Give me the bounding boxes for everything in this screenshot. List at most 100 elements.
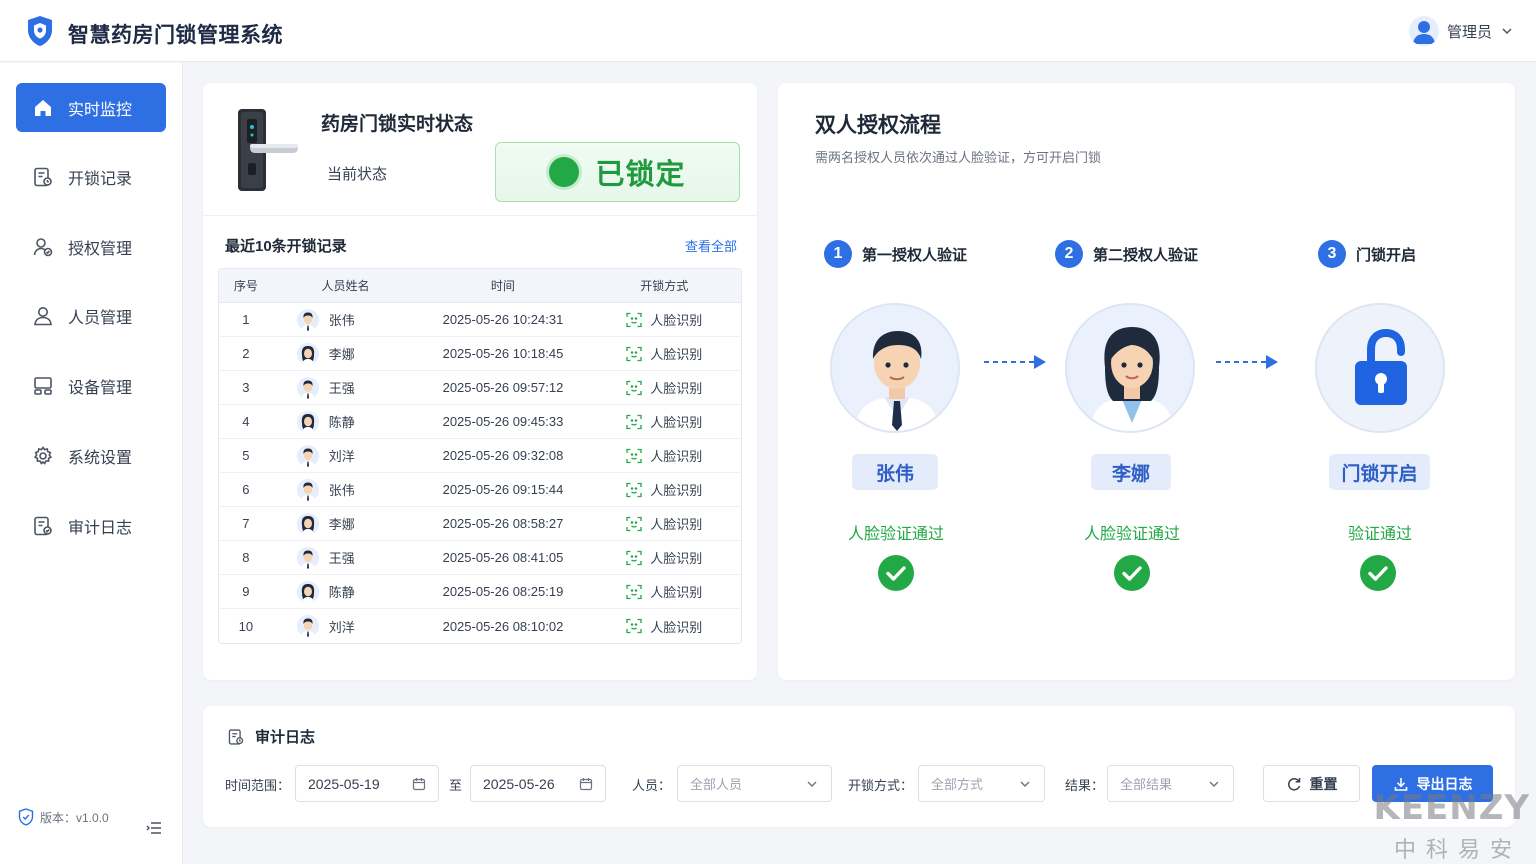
- result-select[interactable]: 全部结果: [1107, 765, 1234, 802]
- table-row[interactable]: 7 李娜 2025-05-26 08:58:27 人脸识别: [219, 507, 741, 541]
- unlock-method-cell: 人脸识别: [588, 582, 741, 601]
- unlock-time: 2025-05-26 09:45:33: [442, 414, 564, 429]
- person-name: 陈静: [328, 585, 355, 600]
- unlock-method: 人脸识别: [650, 313, 703, 328]
- unlock-method-cell: 人脸识别: [588, 344, 741, 363]
- chevron-down-icon: [1020, 781, 1030, 787]
- unlock-time: 2025-05-26 09:15:44: [442, 482, 564, 497]
- unlock-method: 人脸识别: [650, 381, 703, 396]
- view-all-link[interactable]: 查看全部: [685, 236, 737, 255]
- face-recognition-icon: [626, 618, 642, 634]
- unlock-method-cell: 人脸识别: [588, 446, 741, 465]
- unlock-method-cell: 人脸识别: [588, 617, 741, 636]
- shield-logo-icon: [28, 16, 52, 46]
- user-menu[interactable]: 管理员: [1408, 16, 1514, 46]
- chevron-down-icon: [1502, 28, 1512, 35]
- user-name: 管理员: [1446, 23, 1492, 41]
- face-recognition-icon: [626, 414, 642, 429]
- sidebar-item-settings[interactable]: 系统设置: [16, 431, 166, 480]
- recent-records-title: 最近10条开锁记录: [225, 238, 347, 255]
- sidebar-item-unlock-records[interactable]: 开锁记录: [16, 152, 166, 201]
- lock-status-card: 药房门锁实时状态 当前状态 已锁定 最近10条开锁记录 查看全部 序号 人员姓名…: [203, 83, 757, 680]
- table-row[interactable]: 4 陈静 2025-05-26 09:45:33 人脸识别: [219, 405, 741, 439]
- step-title: 门锁开启: [1356, 246, 1417, 264]
- date-to-picker[interactable]: 2025-05-26: [470, 765, 606, 802]
- step-2-result: 人脸验证通过: [1083, 526, 1180, 543]
- arrow-right-icon: [984, 355, 1046, 369]
- person-avatar-icon: [296, 478, 319, 501]
- table-row[interactable]: 2 李娜 2025-05-26 10:18:45 人脸识别: [219, 337, 741, 371]
- status-badge: 已锁定: [495, 142, 740, 202]
- person-name: 李娜: [328, 517, 355, 532]
- unlock-method: 人脸识别: [650, 551, 703, 566]
- dual-auth-flow-card: 双人授权流程 需两名授权人员依次通过人脸验证，方可开启门锁 1 第一授权人验证 …: [778, 83, 1515, 680]
- face-recognition-icon: [626, 312, 642, 327]
- unlock-method: 人脸识别: [650, 415, 703, 430]
- method-label: 开锁方式：: [848, 778, 914, 793]
- unlock-method-cell: 人脸识别: [588, 548, 741, 567]
- person-cell: 陈静: [273, 580, 419, 603]
- step-2-header: 2 第二授权人验证: [1055, 240, 1198, 268]
- reset-label: 重置: [1309, 775, 1338, 792]
- person-name: 张伟: [328, 313, 355, 328]
- person-select[interactable]: 全部人员: [677, 765, 832, 802]
- sidebar-item-personnel[interactable]: 人员管理: [16, 291, 166, 340]
- person-avatar-icon: [296, 546, 319, 569]
- step-3-result: 验证通过: [1347, 526, 1412, 543]
- person-avatar-icon: [296, 410, 319, 433]
- door-lock-icon: [238, 109, 298, 191]
- sidebar-item-auth-management[interactable]: 授权管理: [16, 222, 166, 271]
- person-name: 刘洋: [328, 619, 355, 635]
- step-number: 2: [1055, 240, 1083, 268]
- chevron-down-icon: [807, 781, 817, 787]
- person-avatar-icon: [296, 580, 319, 603]
- step-1-result: 人脸验证通过: [847, 526, 944, 543]
- sidebar-item-devices[interactable]: 设备管理: [16, 361, 166, 410]
- unlock-time: 2025-05-26 08:58:27: [442, 516, 564, 531]
- shield-check-icon: [18, 808, 34, 826]
- row-index: 8: [242, 550, 250, 565]
- table-row[interactable]: 5 刘洋 2025-05-26 09:32:08 人脸识别: [219, 439, 741, 473]
- result-select-value: 全部结果: [1120, 777, 1173, 792]
- row-index: 4: [242, 414, 250, 429]
- sidebar-item-label: 开锁记录: [68, 170, 133, 188]
- collapse-menu-icon[interactable]: [146, 820, 162, 836]
- row-index: 1: [242, 312, 250, 327]
- audit-log-icon: [34, 516, 52, 535]
- sidebar-item-label: 设备管理: [68, 379, 133, 397]
- unlock-method-cell: 人脸识别: [588, 378, 741, 397]
- user-avatar-icon: [1408, 16, 1439, 46]
- person-cell: 刘洋: [273, 615, 419, 637]
- sidebar-item-realtime-monitor[interactable]: 实时监控: [16, 83, 166, 132]
- unlocked-padlock-icon: [1315, 303, 1445, 433]
- table-row[interactable]: 6 张伟 2025-05-26 09:15:44 人脸识别: [219, 473, 741, 507]
- unlock-time: 2025-05-26 10:24:31: [442, 312, 564, 327]
- person-avatar-icon: [296, 444, 319, 467]
- table-row[interactable]: 9 陈静 2025-05-26 08:25:19 人脸识别: [219, 575, 741, 609]
- face-recognition-icon: [626, 516, 642, 531]
- person-select-value: 全部人员: [690, 777, 743, 792]
- unlock-time: 2025-05-26 10:18:45: [442, 346, 564, 361]
- version-text: 版本：v1.0.0: [40, 810, 109, 825]
- date-from-picker[interactable]: 2025-05-19: [295, 765, 439, 802]
- sidebar-item-audit-log[interactable]: 审计日志: [16, 501, 166, 550]
- row-index: 7: [242, 516, 250, 531]
- table-row[interactable]: 8 王强 2025-05-26 08:41:05 人脸识别: [219, 541, 741, 575]
- audit-log-title: 审计日志: [255, 729, 316, 746]
- refresh-icon: [1287, 777, 1300, 791]
- unlock-method: 人脸识别: [650, 517, 703, 532]
- row-index: 10: [238, 618, 254, 634]
- unlock-time: 2025-05-26 08:41:05: [442, 550, 564, 565]
- person-avatar-icon: [296, 342, 319, 365]
- table-row[interactable]: 3 王强 2025-05-26 09:57:12 人脸识别: [219, 371, 741, 405]
- female-doctor-avatar: [1065, 303, 1195, 433]
- table-row[interactable]: 10 刘洋 2025-05-26 08:10:02 人脸识别: [219, 609, 741, 643]
- person-name: 刘洋: [328, 449, 355, 464]
- method-select-value: 全部方式: [931, 777, 984, 792]
- method-select[interactable]: 全部方式: [918, 765, 1045, 802]
- column-header: 时间: [490, 279, 515, 293]
- table-row[interactable]: 1 张伟 2025-05-26 10:24:31 人脸识别: [219, 303, 741, 337]
- step-3-name-chip: 门锁开启: [1329, 454, 1430, 490]
- step-2-name-chip: 李娜: [1091, 454, 1171, 490]
- reset-button[interactable]: 重置: [1263, 765, 1360, 802]
